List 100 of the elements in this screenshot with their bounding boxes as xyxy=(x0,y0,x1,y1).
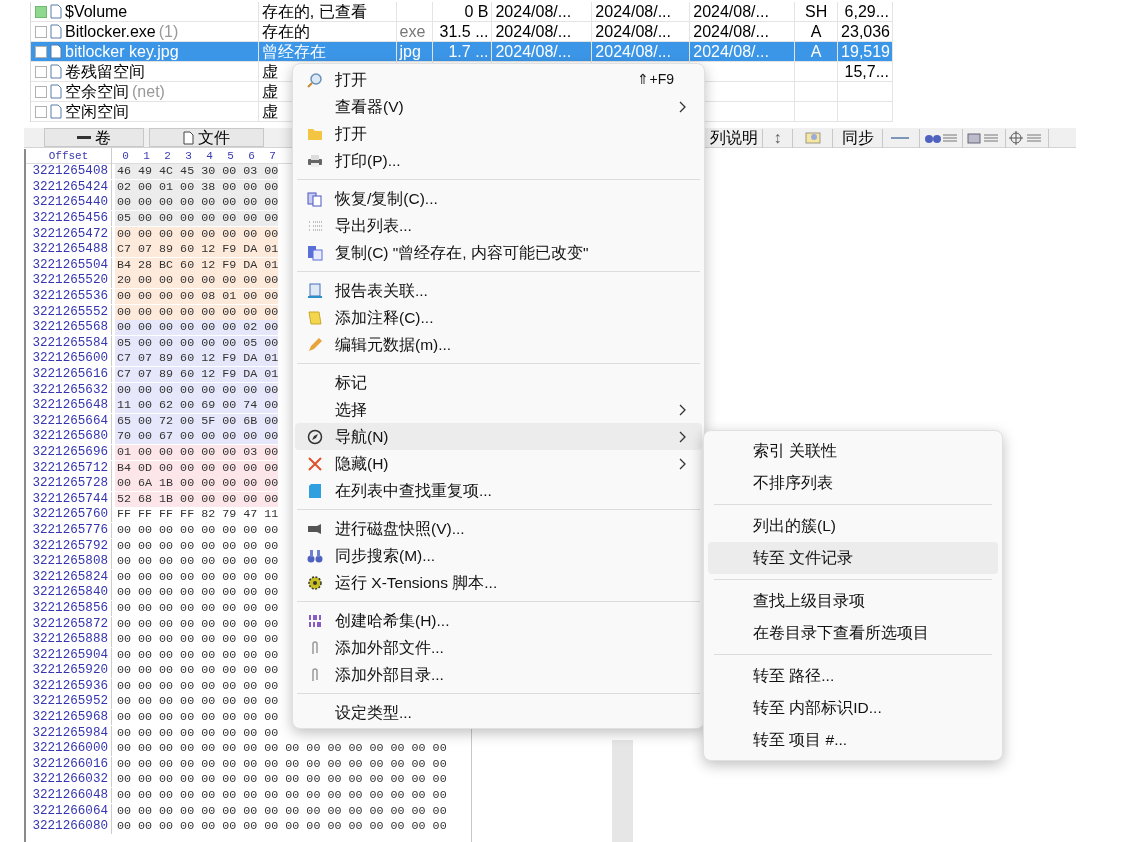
hex-bytes: 00 00 00 00 00 00 00 00 xyxy=(115,195,279,211)
hex-bytes: 52 68 1B 00 00 00 00 00 xyxy=(115,491,279,507)
column-header: 5 xyxy=(226,148,235,164)
offset-label: 3221265536 xyxy=(26,289,112,305)
table-cell: 2024/08/... xyxy=(592,2,691,21)
offset-label: 3221265776 xyxy=(26,522,112,538)
hex-bytes: 00 00 00 00 00 00 00 00 xyxy=(115,382,279,398)
hex-bytes: 05 00 00 00 00 00 05 00 xyxy=(115,335,279,351)
menu-label: 恢复/复制(C)... xyxy=(335,188,439,209)
menu-label: 标记 xyxy=(335,372,368,393)
menu-label: 打开 xyxy=(335,123,368,144)
menu-label: 导航(N) xyxy=(335,426,390,447)
table-cell: 1.7 ... xyxy=(432,42,493,61)
table-cell: 15,7... xyxy=(838,62,893,81)
offset-label: 3221265712 xyxy=(26,460,112,476)
offset-label: 3221265968 xyxy=(26,710,112,726)
menu-label: 导出列表... xyxy=(335,215,413,236)
offset-label: 3221266032 xyxy=(26,772,112,788)
column-header: 2 xyxy=(163,148,172,164)
hex-bytes: C7 07 89 60 12 F9 DA 01 xyxy=(115,367,279,382)
offset-label: 3221265408 xyxy=(26,164,112,180)
offset-label: 3221265568 xyxy=(26,320,112,336)
file-name: 空闲空间 xyxy=(65,102,129,121)
hex-bytes: 46 49 4C 45 30 00 03 00 xyxy=(115,164,279,180)
offset-label: 3221265856 xyxy=(26,600,112,616)
table-cell: 31.5 ... xyxy=(432,22,493,41)
table-cell: 2024/08/... xyxy=(592,22,691,41)
offset-label: 3221265664 xyxy=(26,413,112,429)
table-cell: 2024/08/... xyxy=(690,2,796,21)
offset-label: 3221265920 xyxy=(26,663,112,679)
hex-bytes: 70 00 67 00 00 00 00 00 xyxy=(115,429,279,445)
menu-label: 隐藏(H) xyxy=(335,453,390,474)
menu-label: 运行 X-Tensions 脚本... xyxy=(335,572,499,593)
table-cell: 19,519 xyxy=(838,42,893,61)
menu-label: 打印(P)... xyxy=(335,150,402,171)
offset-label: 3221265808 xyxy=(26,554,112,570)
offset-label: 3221265936 xyxy=(26,678,112,694)
column-header: Offset xyxy=(26,147,112,165)
offset-label: 3221265632 xyxy=(26,382,112,398)
table-cell: 2024/08/... xyxy=(592,42,691,61)
hex-bytes: C7 07 89 60 12 F9 DA 01 xyxy=(115,351,279,367)
table-cell: 2024/08/... xyxy=(492,22,593,41)
table-cell: 6,29... xyxy=(838,2,893,21)
table-cell: exe xyxy=(396,22,433,41)
file-name: $Volume xyxy=(65,2,128,21)
menu-label: 复制(C) "曾经存在, 内容可能已改变" xyxy=(335,242,590,263)
offset-label: 3221265728 xyxy=(26,476,112,492)
offset-label: 3221265456 xyxy=(26,211,112,227)
table-cell: 2024/08/... xyxy=(690,42,796,61)
menu-label: 设定类型... xyxy=(335,702,413,723)
table-cell: jpg xyxy=(396,42,433,61)
offset-label: 3221265424 xyxy=(26,179,112,195)
hex-bytes: C7 07 89 60 12 F9 DA 01 xyxy=(115,242,279,258)
table-cell: SH xyxy=(795,2,839,21)
offset-label: 3221265824 xyxy=(26,569,112,585)
menu-label: 报告表关联... xyxy=(335,280,429,301)
offset-label: 3221266064 xyxy=(26,803,112,819)
hex-bytes: B4 28 BC 60 12 F9 DA 01 xyxy=(115,257,279,273)
file-suffix: (net) xyxy=(132,82,165,101)
table-cell: 2024/08/... xyxy=(492,42,593,61)
menu-label: 在列表中查找重复项... xyxy=(335,480,493,501)
offset-label: 3221266048 xyxy=(26,788,112,804)
offset-label: 3221266080 xyxy=(26,819,112,835)
column-header: 0 xyxy=(121,148,130,164)
offset-label: 3221265648 xyxy=(26,398,112,414)
menu-label: 编辑元数据(m)... xyxy=(335,334,453,355)
column-header: 6 xyxy=(247,148,256,164)
column-header: 4 xyxy=(205,148,214,164)
offset-label: 3221265552 xyxy=(26,304,112,320)
offset-label: 3221265504 xyxy=(26,257,112,273)
menu-label: 添加外部文件... xyxy=(335,637,445,658)
table-cell: 曾经存在 xyxy=(258,42,397,61)
offset-label: 3221265696 xyxy=(26,445,112,460)
hex-bytes: 00 00 00 00 08 01 00 00 xyxy=(115,289,279,305)
offset-label: 3221265792 xyxy=(26,538,112,554)
offset-label: 3221265744 xyxy=(26,491,112,507)
menu-label: 进行磁盘快照(V)... xyxy=(335,518,466,539)
offset-label: 3221265984 xyxy=(26,725,112,741)
hex-bytes: 00 00 00 00 00 00 00 00 xyxy=(115,226,279,242)
hex-bytes: 00 00 00 00 00 00 00 00 xyxy=(115,304,279,320)
hex-bytes: 00 6A 1B 00 00 00 00 00 xyxy=(115,476,279,492)
offset-label: 3221265760 xyxy=(26,507,112,523)
menu-label: 创建哈希集(H)... xyxy=(335,610,451,631)
column-header: 3 xyxy=(184,148,193,164)
offset-label: 3221265520 xyxy=(26,273,112,289)
file-name: 卷残留空间 xyxy=(65,62,145,81)
menu-label: 添加外部目录... xyxy=(335,664,445,685)
table-cell: 存在的 xyxy=(258,22,397,41)
hex-bytes: B4 0D 00 00 00 00 00 00 xyxy=(115,460,279,476)
offset-label: 3221265584 xyxy=(26,335,112,351)
offset-label: 3221265472 xyxy=(26,226,112,242)
hex-bytes: 11 00 62 00 69 00 74 00 xyxy=(115,398,279,414)
offset-label: 3221265440 xyxy=(26,195,112,211)
table-cell: 2024/08/... xyxy=(492,2,593,21)
file-suffix: (1) xyxy=(158,22,179,41)
hex-bytes: 01 00 00 00 00 00 03 00 xyxy=(115,445,279,460)
offset-label: 3221265680 xyxy=(26,429,112,445)
hex-bytes: 02 00 01 00 38 00 00 00 xyxy=(115,179,279,195)
hex-bytes: 20 00 00 00 00 00 00 00 xyxy=(115,273,279,289)
table-cell: 2024/08/... xyxy=(690,22,796,41)
